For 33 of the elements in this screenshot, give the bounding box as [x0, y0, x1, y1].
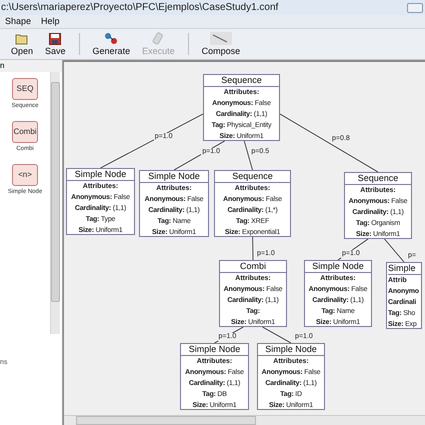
connector-line — [244, 140, 253, 170]
menu-item[interactable]: Shape — [5, 14, 32, 28]
connector-line — [262, 326, 292, 344]
node-title: Simple Node — [67, 169, 134, 181]
node-title: Simple — [388, 263, 421, 275]
vertical-scrollbar[interactable] — [50, 72, 60, 334]
scroll-thumb[interactable] — [51, 82, 60, 302]
save-button[interactable]: Save — [40, 30, 71, 58]
node-title: Simple Node — [181, 344, 248, 356]
compose-button[interactable]: Compose — [196, 30, 246, 58]
menu-item[interactable]: Help — [41, 14, 60, 28]
horizontal-scrollbar[interactable] — [64, 415, 425, 425]
connector-line — [214, 326, 244, 344]
node-title: Simple Node — [140, 171, 208, 183]
palette-item[interactable]: <n> — [12, 164, 38, 186]
open-icon — [15, 32, 30, 44]
node-title: Sequence — [215, 171, 290, 183]
save-icon — [49, 32, 62, 44]
palette-item[interactable]: SEQ — [12, 78, 38, 100]
panel-title: n — [0, 60, 62, 72]
minimize-button[interactable] — [407, 2, 423, 12]
palette-item[interactable]: Combi — [12, 121, 38, 143]
open-button[interactable]: Open — [6, 30, 38, 58]
node-title: Simple Node — [305, 261, 371, 273]
node-title: Sequence — [345, 173, 411, 185]
node-title: Combi — [220, 261, 286, 273]
connector-line — [384, 238, 404, 262]
scroll-thumb[interactable] — [76, 416, 256, 425]
generate-button[interactable]: Generate — [88, 30, 136, 58]
node-title: Simple Node — [258, 344, 324, 356]
node-title: Sequence — [204, 75, 279, 87]
window-title: c:\Users\mariaperez\Proyecto\PFC\Ejemplos\CaseStudy1.conf — [1, 1, 278, 15]
connector-line — [252, 236, 254, 260]
